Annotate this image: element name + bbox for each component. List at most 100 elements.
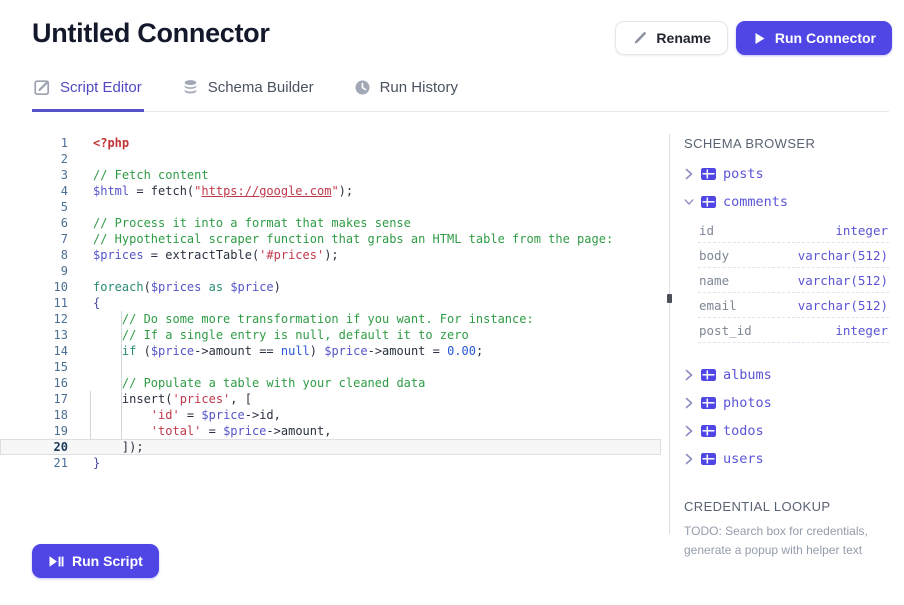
line-number: 10: [0, 279, 68, 295]
schema-browser-panel: SCHEMA BROWSER postscommentsidintegerbod…: [670, 112, 904, 534]
credential-lookup-note: TODO: Search box for credentials, genera…: [684, 522, 892, 560]
tab-script-editor[interactable]: Script Editor: [32, 71, 144, 111]
play-icon: [752, 31, 767, 46]
line-number: 9: [0, 263, 68, 279]
code-line[interactable]: 17 insert('prices', [: [0, 391, 661, 407]
table-name: posts: [723, 166, 764, 182]
code-line[interactable]: 11{: [0, 295, 661, 311]
code-line[interactable]: 21}: [0, 455, 661, 471]
code-line[interactable]: 7// Hypothetical scraper function that g…: [0, 231, 661, 247]
edit-square-icon: [34, 79, 51, 96]
line-number: 12: [0, 311, 68, 327]
header: Untitled Connector Rename Run Connector: [0, 0, 904, 55]
schema-field-row: id integer: [698, 218, 889, 243]
code-line[interactable]: 13 // If a single entry is null, default…: [0, 327, 661, 343]
code-line[interactable]: 12 // Do some more transformation if you…: [0, 311, 661, 327]
tab-run-history[interactable]: Run History: [352, 71, 460, 111]
line-number: 2: [0, 151, 68, 167]
table-name: comments: [723, 194, 788, 210]
schema-table-users[interactable]: users: [684, 445, 889, 473]
code-line[interactable]: 5: [0, 199, 661, 215]
code-line[interactable]: 15: [0, 359, 661, 375]
line-number: 3: [0, 167, 68, 183]
table-name: albums: [723, 367, 772, 383]
code-lines: 1<?php23// Fetch content4$html = fetch("…: [0, 135, 661, 471]
field-type: integer: [835, 223, 888, 238]
table-icon: [701, 453, 716, 465]
run-script-label: Run Script: [72, 553, 143, 569]
database-icon: [182, 79, 199, 96]
chevron-down-icon: [684, 198, 694, 206]
code-line[interactable]: 6// Process it into a format that makes …: [0, 215, 661, 231]
indent-guide: [121, 311, 122, 439]
table-icon: [701, 369, 716, 381]
credential-lookup-title: CREDENTIAL LOOKUP: [684, 499, 889, 514]
indent-guide: [90, 391, 91, 439]
code-line[interactable]: 18 'id' = $price->id,: [0, 407, 661, 423]
schema-table-comments[interactable]: comments: [684, 188, 889, 216]
table-name: users: [723, 451, 764, 467]
line-number: 7: [0, 231, 68, 247]
tab-label: Run History: [380, 79, 458, 96]
chevron-right-icon: [684, 369, 694, 381]
divider-handle-icon[interactable]: [667, 294, 672, 303]
tree-gap: [684, 347, 889, 361]
schema-table-albums[interactable]: albums: [684, 361, 889, 389]
line-number: 15: [0, 359, 68, 375]
code-line[interactable]: 19 'total' = $price->amount,: [0, 423, 661, 439]
main-content: 1<?php23// Fetch content4$html = fetch("…: [0, 112, 904, 534]
field-type: varchar(512): [798, 273, 888, 288]
line-number: 6: [0, 215, 68, 231]
code-line[interactable]: 16 // Populate a table with your cleaned…: [0, 375, 661, 391]
field-type: varchar(512): [798, 298, 888, 313]
field-type: integer: [835, 323, 888, 338]
chevron-right-icon: [684, 168, 694, 180]
schema-field-row: namevarchar(512): [698, 268, 889, 293]
field-list: idintegerbodyvarchar(512)namevarchar(512…: [698, 218, 889, 343]
line-number: 5: [0, 199, 68, 215]
chevron-right-icon: [684, 453, 694, 465]
code-editor[interactable]: 1<?php23// Fetch content4$html = fetch("…: [0, 112, 669, 534]
line-number: 14: [0, 343, 68, 359]
code-line[interactable]: 8$prices = extractTable('#prices');: [0, 247, 661, 263]
run-connector-button[interactable]: Run Connector: [736, 21, 892, 55]
line-number: 4: [0, 183, 68, 199]
clock-icon: [354, 79, 371, 96]
field-name: id: [699, 223, 714, 238]
chevron-right-icon: [684, 397, 694, 409]
schema-tree: postscommentsidintegerbodyvarchar(512)na…: [684, 160, 889, 473]
schema-table-photos[interactable]: photos: [684, 389, 889, 417]
code-line[interactable]: 9: [0, 263, 661, 279]
line-number: 16: [0, 375, 68, 391]
play-to-end-icon: [48, 554, 64, 569]
schema-field-row: email varchar(512): [698, 293, 889, 318]
tab-label: Script Editor: [60, 79, 142, 96]
line-number: 19: [0, 423, 68, 439]
schema-table-todos[interactable]: todos: [684, 417, 889, 445]
code-line[interactable]: 1<?php: [0, 135, 661, 151]
tab-bar: Script Editor Schema Builder Run History: [32, 71, 889, 112]
tab-schema-builder[interactable]: Schema Builder: [180, 71, 316, 111]
field-type: varchar(512): [798, 248, 888, 263]
schema-table-posts[interactable]: posts: [684, 160, 889, 188]
code-line[interactable]: 14 if ($price->amount == null) $price->a…: [0, 343, 661, 359]
field-name: post_id: [699, 323, 752, 338]
line-number: 17: [0, 391, 68, 407]
pane-divider[interactable]: [669, 134, 670, 534]
table-icon: [701, 168, 716, 180]
schema-browser-title: SCHEMA BROWSER: [684, 136, 889, 151]
code-line[interactable]: 20 ]);: [0, 439, 661, 455]
line-number: 1: [0, 135, 68, 151]
code-line[interactable]: 10foreach($prices as $price): [0, 279, 661, 295]
rename-button[interactable]: Rename: [615, 21, 727, 55]
code-line[interactable]: 3// Fetch content: [0, 167, 661, 183]
run-script-button[interactable]: Run Script: [32, 544, 159, 578]
code-line[interactable]: 4$html = fetch("https://google.com");: [0, 183, 661, 199]
schema-field-row: post_id integer: [698, 318, 889, 343]
line-number: 20: [0, 439, 68, 455]
line-number: 8: [0, 247, 68, 263]
table-name: todos: [723, 423, 764, 439]
code-line[interactable]: 2: [0, 151, 661, 167]
field-name: email: [699, 298, 737, 313]
table-icon: [701, 196, 716, 208]
